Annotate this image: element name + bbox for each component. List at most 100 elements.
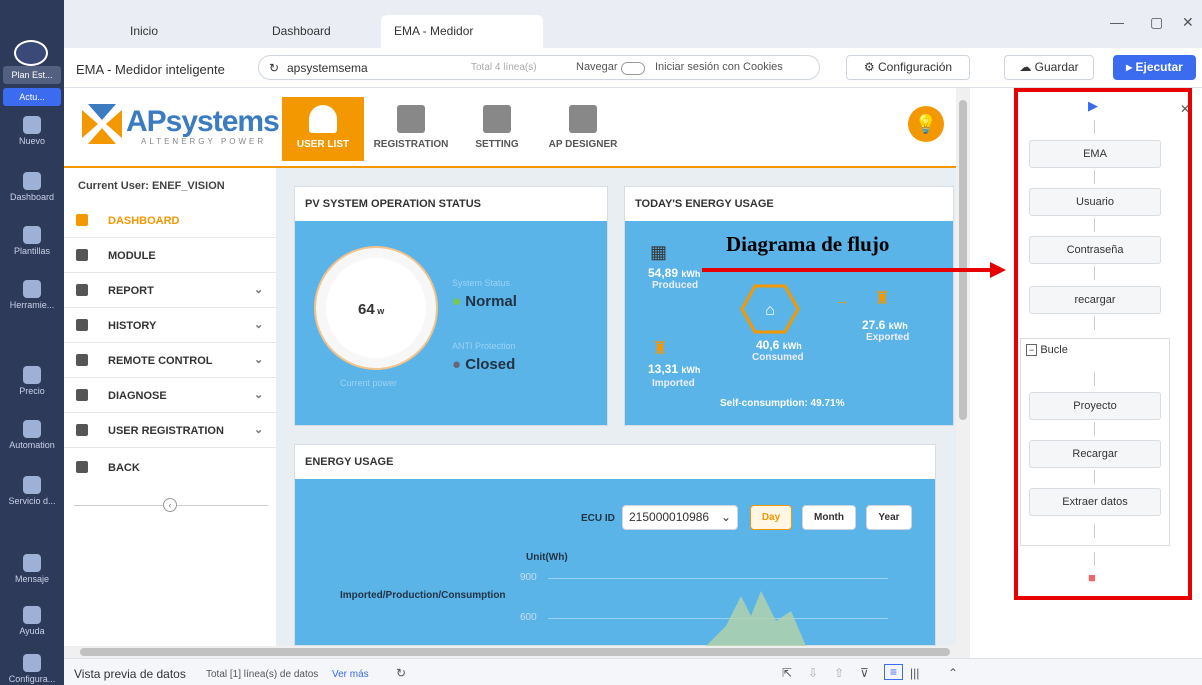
apsystems-logo-text: APsystems (126, 105, 280, 139)
rail-item-servicio[interactable]: Servicio d... (0, 476, 64, 506)
tab-inicio[interactable]: Inicio (110, 15, 158, 48)
save-button[interactable]: ☁ Guardar (1004, 55, 1094, 80)
menu-module[interactable]: MODULE (64, 238, 276, 273)
menu-diagnose[interactable]: DIAGNOSE ⌄ (64, 378, 276, 413)
flow-stop-icon[interactable]: ■ (1088, 570, 1096, 585)
rail-item-ayuda[interactable]: Ayuda (0, 606, 64, 636)
run-button[interactable]: ▸ Ejecutar (1113, 55, 1196, 80)
panel-icon (397, 105, 425, 133)
save-icon: ☁ (1019, 60, 1035, 74)
rail-item-configuracion[interactable]: Configura... (0, 654, 64, 684)
rail-item-herramientas[interactable]: Herramie... (0, 280, 64, 310)
flow-node-usuario[interactable]: Usuario (1029, 188, 1161, 216)
minimize-icon[interactable]: — (1110, 14, 1124, 30)
nav-setting[interactable]: SETTING (456, 97, 538, 161)
flow-node-ema[interactable]: EMA (1029, 140, 1161, 168)
data-preview-info: Total [1] línea(s) de datos (206, 669, 319, 680)
power-value: 64 w (358, 301, 384, 318)
flow-start-icon[interactable]: ▶ (1088, 98, 1098, 114)
close-icon[interactable]: ✕ (1180, 102, 1190, 116)
horizontal-scroll-thumb[interactable] (80, 648, 950, 656)
y-tick-900: 900 (520, 572, 537, 583)
solar-panel-icon: ▦ (650, 242, 668, 262)
period-year[interactable]: Year (866, 505, 912, 530)
consumed-number: 40,6 (756, 338, 780, 352)
self-consumption: Self-consumption: 49.71% (720, 398, 845, 409)
imported-label: Imported (652, 378, 695, 389)
nav-ap-designer[interactable]: AP DESIGNER (542, 97, 624, 161)
nav-registration[interactable]: REGISTRATION (370, 97, 452, 161)
nav-user-list[interactable]: USER LIST (282, 97, 364, 161)
vertical-scroll-thumb[interactable] (959, 100, 967, 420)
download-icon[interactable]: ⇩ (808, 666, 818, 680)
rail-item-dashboard[interactable]: Dashboard (0, 172, 64, 202)
config-button[interactable]: ⚙ Configuración (846, 55, 970, 80)
flow-node-recargar[interactable]: recargar (1029, 286, 1161, 314)
tower-icon: ♜ (652, 338, 669, 358)
ecu-select[interactable]: 215000010986 ⌄ (622, 505, 738, 530)
app-title: EMA - Medidor inteligente (76, 62, 225, 77)
consumed-label: Consumed (752, 352, 804, 363)
rail-item-precio[interactable]: Precio (0, 366, 64, 396)
gridline (548, 578, 888, 579)
reload-icon[interactable]: ↻ (269, 61, 279, 75)
energy-usage-title: ENERGY USAGE (295, 445, 935, 479)
expand-up-icon[interactable]: ⌃ (948, 666, 958, 680)
flow-arrow (1094, 470, 1095, 484)
consumed-unit: kWh (782, 341, 802, 351)
menu-dashboard[interactable]: DASHBOARD (64, 203, 276, 238)
chart-legend: Imported/Production/Consumption (340, 590, 506, 601)
tab-dashboard[interactable]: Dashboard (252, 15, 331, 48)
flow-arrow (1094, 422, 1095, 436)
maximize-icon[interactable]: ▢ (1150, 14, 1163, 31)
menu-report[interactable]: REPORT ⌄ (64, 273, 276, 308)
flow-loop-header[interactable]: − Bucle (1026, 344, 1068, 356)
menu-remote-control[interactable]: REMOTE CONTROL ⌄ (64, 343, 276, 378)
filter-icon[interactable]: ⊽ (860, 666, 869, 680)
rail-item-nuevo[interactable]: Nuevo (0, 116, 64, 146)
menu-user-registration[interactable]: USER REGISTRATION ⌄ (64, 413, 276, 448)
navegar-label: Navegar (576, 61, 618, 73)
url-bar[interactable]: ↻ apsystemsema Total 4 línea(s) Navegar … (258, 55, 820, 80)
service-icon (23, 476, 41, 494)
rail-item-mensaje[interactable]: Mensaje (0, 554, 64, 584)
collapse-icon[interactable]: ‹ (163, 498, 177, 512)
lightbulb-icon[interactable]: 💡 (908, 106, 944, 142)
anti-value: Closed (465, 356, 516, 373)
navegar-toggle[interactable] (621, 62, 645, 75)
upload-icon[interactable]: ⇧ (834, 666, 844, 680)
export-icon[interactable]: ⇱ (782, 666, 792, 680)
rail-item-automation[interactable]: Automation (0, 420, 64, 450)
period-month[interactable]: Month (802, 505, 856, 530)
rail-item-plantillas[interactable]: Plantillas (0, 226, 64, 256)
flow-node-recargar-2[interactable]: Recargar (1029, 440, 1161, 468)
close-window-icon[interactable]: ✕ (1182, 14, 1194, 31)
list-view-icon[interactable]: ≡ (884, 664, 904, 680)
nav-label: USER LIST (296, 139, 350, 150)
collapse-minus-icon[interactable]: − (1026, 344, 1038, 356)
plan-badge[interactable]: Plan Est... (3, 66, 61, 84)
avatar[interactable] (14, 40, 48, 66)
menu-label: BACK (108, 462, 140, 474)
upgrade-button[interactable]: Actu... (3, 88, 61, 106)
rail-label: Herramie... (9, 300, 55, 310)
see-more-link[interactable]: Ver más (332, 669, 369, 680)
refresh-icon[interactable]: ↻ (396, 666, 406, 680)
flow-node-contrasena[interactable]: Contraseña (1029, 236, 1161, 264)
energy-usage-card: ENERGY USAGE (294, 444, 936, 646)
column-view-icon[interactable]: ||| (910, 666, 919, 680)
flow-node-extraer-datos[interactable]: Extraer datos (1029, 488, 1161, 516)
flow-node-proyecto[interactable]: Proyecto (1029, 392, 1161, 420)
anti-protection: ● Closed (452, 356, 515, 373)
svg-text:⌂: ⌂ (765, 302, 775, 319)
chevron-down-icon: ⌄ (254, 284, 264, 296)
menu-history[interactable]: HISTORY ⌄ (64, 308, 276, 343)
menu-back[interactable]: BACK (64, 450, 276, 485)
tab-ema[interactable]: EMA - Medidor intelige...✕ (381, 15, 543, 71)
rail-label: Ayuda (19, 626, 45, 636)
save-label: Guardar (1034, 60, 1079, 74)
menu-label: DIAGNOSE (108, 390, 167, 402)
period-day[interactable]: Day (750, 505, 792, 530)
cookies-button[interactable]: Iniciar sesión con Cookies (655, 61, 783, 73)
current-power-label: Current power (340, 378, 398, 388)
